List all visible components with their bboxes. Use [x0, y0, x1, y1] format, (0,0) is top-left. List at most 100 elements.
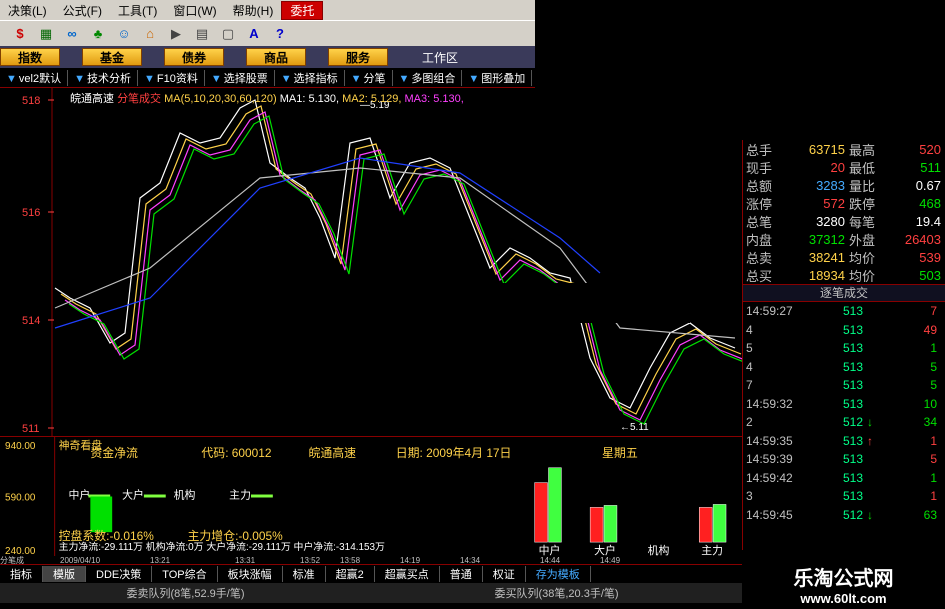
func-5[interactable]: ▼ 分笔 — [345, 69, 393, 86]
tab-1[interactable]: 基金 — [82, 48, 142, 66]
watermark-title: 乐淘公式网 — [793, 568, 894, 590]
deal-time: 4 — [746, 322, 753, 337]
main-add-label: 主力增仓:-0.005% — [188, 529, 284, 543]
quote-row: 总笔 3280 每笔 19.4 — [743, 212, 945, 230]
flow-bar — [589, 507, 604, 543]
window-icon[interactable]: ▢ — [218, 25, 238, 43]
quote-value: 3280 — [816, 213, 845, 229]
trend-arrow-icon: ↓ — [867, 415, 873, 430]
time-label: 14:34 — [460, 556, 481, 564]
ma3-value: MA3: 5.130, — [404, 93, 464, 105]
deal-time: 5 — [746, 341, 753, 356]
queue-1[interactable]: 委买队列(38笔,20.3手/笔) — [371, 585, 742, 601]
function-bar: ▼ vel2默认 ▼ 技术分析 ▼ F10资料 ▼ 选择股票 ▼ 选择指标 ▼ 分笔 ▼ 多图组合 ▼ 图形叠… — [0, 68, 535, 88]
tab-4[interactable]: 服务 — [328, 48, 388, 66]
lower-y-label: 940.00 — [5, 441, 36, 452]
flow-line: 主力净流:-29.111万 机构净流:0万 大户净流:-29.111万 中户净流… — [59, 540, 385, 553]
help-icon[interactable]: ? — [270, 25, 290, 43]
quote-row: 总买 18934 均价 503 — [743, 266, 945, 284]
deal-qty: 5 — [930, 378, 937, 393]
dropdown-icon: ▼ — [350, 72, 362, 85]
func-6[interactable]: ▼ 多图组合 — [393, 69, 463, 86]
workspace-tab[interactable]: 工作区 — [410, 48, 470, 66]
bottom-tab-0[interactable]: 指标 — [0, 565, 43, 582]
func-0[interactable]: ▼ vel2默认 — [0, 69, 69, 86]
bottom-tab-9[interactable]: 权证 — [483, 565, 526, 582]
queue-0[interactable]: 委卖队列(8笔,52.9手/笔) — [0, 585, 371, 601]
quote-value: 18934 — [808, 267, 845, 283]
quote-label: 外盘 — [849, 232, 876, 248]
func-7[interactable]: ▼ 图形叠加 — [462, 69, 533, 86]
video-icon[interactable]: ▶ — [166, 25, 186, 43]
tab-0[interactable]: 指数 — [0, 48, 60, 66]
menu-item-2[interactable]: 工具(T) — [110, 2, 165, 19]
quote-value: 3283 — [816, 177, 845, 193]
name-label: 皖通高速 — [309, 446, 357, 460]
func-3[interactable]: ▼ 选择股票 — [205, 69, 275, 86]
deal-row: 3 513 1 — [743, 487, 945, 506]
person-icon[interactable]: ☺ — [114, 25, 134, 43]
func-1[interactable]: ▼ 技术分析 — [68, 69, 138, 86]
grid-icon[interactable]: ▤ — [192, 25, 212, 43]
deal-row: 14:59:39 513 5 — [743, 450, 945, 469]
dropdown-icon: ▼ — [280, 72, 292, 85]
menu-item-1[interactable]: 公式(F) — [55, 2, 110, 19]
quote-label: 最低 — [849, 160, 876, 176]
bottom-tab-6[interactable]: 超赢2 — [326, 565, 375, 582]
tree-icon[interactable]: ♣ — [88, 25, 108, 43]
quote-row: 总额 3283 量比 0.67 — [743, 176, 945, 194]
menu-item-0[interactable]: 决策(L) — [0, 2, 55, 19]
bottom-tabs: 指标 模版 DDE决策 TOP综合 板块涨幅 标准 超赢2 超赢买点 普通 权证 存为模板 — [0, 564, 742, 582]
quote-value: 520 — [919, 141, 941, 157]
deal-qty: 1 — [930, 470, 937, 485]
quote-value: 0.67 — [915, 177, 941, 193]
bottom-tab-7[interactable]: 超赢买点 — [375, 565, 440, 582]
time-label: 13:58 — [340, 556, 361, 564]
deal-row: 2 512 ↓ 34 — [743, 413, 945, 432]
lower-y-label: 590.00 — [5, 492, 36, 503]
tab-3[interactable]: 商品 — [246, 48, 306, 66]
bottom-tab-8[interactable]: 普通 — [440, 565, 483, 582]
bottom-tab-5[interactable]: 标准 — [283, 565, 326, 582]
font-icon[interactable]: A — [244, 25, 264, 43]
bottom-tab-10[interactable]: 存为模板 — [526, 565, 591, 582]
quote-row: 总卖 38241 均价 539 — [743, 248, 945, 266]
fund-label: 资金净流 — [90, 446, 138, 460]
bottom-tab-3[interactable]: TOP综合 — [152, 565, 218, 582]
quote-label: 均价 — [849, 268, 876, 284]
func-label: 技术分析 — [86, 72, 131, 85]
quote-label: 内盘 — [746, 232, 773, 248]
time-label: 13:52 — [300, 556, 321, 564]
deal-price: 513 — [842, 322, 863, 337]
toolbar: $ ▦ ∞ ♣ ☺ ⌂ ▶ ▤ ▢ A? — [0, 20, 535, 46]
menu-item-4[interactable]: 帮助(H) — [225, 2, 282, 19]
legend-swatch — [251, 494, 273, 498]
watermark: 乐淘公式网 www.60lt.com — [742, 556, 945, 609]
quote-value: 503 — [919, 267, 941, 283]
menu-item-3[interactable]: 窗口(W) — [165, 2, 224, 19]
deal-price: 513 — [842, 452, 863, 467]
dollar-icon[interactable]: $ — [10, 25, 30, 43]
time-label: 分笔成 — [0, 556, 24, 564]
bottom-tab-1[interactable]: 模版 — [43, 565, 86, 582]
deal-time: 14:59:39 — [746, 452, 793, 467]
func-4[interactable]: ▼ 选择指标 — [275, 69, 345, 86]
chart-header: 皖通高速 分笔成交 MA(5,10,20,30,60,120) MA1: 5.1… — [70, 90, 464, 106]
quote-label: 最高 — [849, 142, 876, 158]
bottom-tab-4[interactable]: 板块涨幅 — [218, 565, 283, 582]
dropdown-icon: ▼ — [143, 72, 155, 85]
bottom-tab-2[interactable]: DDE决策 — [86, 565, 153, 582]
home-icon[interactable]: ⌂ — [140, 25, 160, 43]
menu-item-5[interactable]: 委托 — [281, 0, 324, 20]
quote-label: 均价 — [849, 250, 876, 266]
calc-icon[interactable]: ▦ — [36, 25, 56, 43]
binoculars-icon[interactable]: ∞ — [62, 25, 82, 43]
deal-row: 14:59:42 513 1 — [743, 469, 945, 488]
deal-qty: 1 — [930, 341, 937, 356]
deal-price: 513 — [842, 433, 863, 448]
tab-2[interactable]: 债券 — [164, 48, 224, 66]
flow-bar — [603, 505, 618, 543]
y-tick-label: 511 — [22, 423, 40, 435]
func-2[interactable]: ▼ F10资料 — [138, 69, 205, 86]
annotation-low: ←5.11 — [620, 422, 649, 433]
